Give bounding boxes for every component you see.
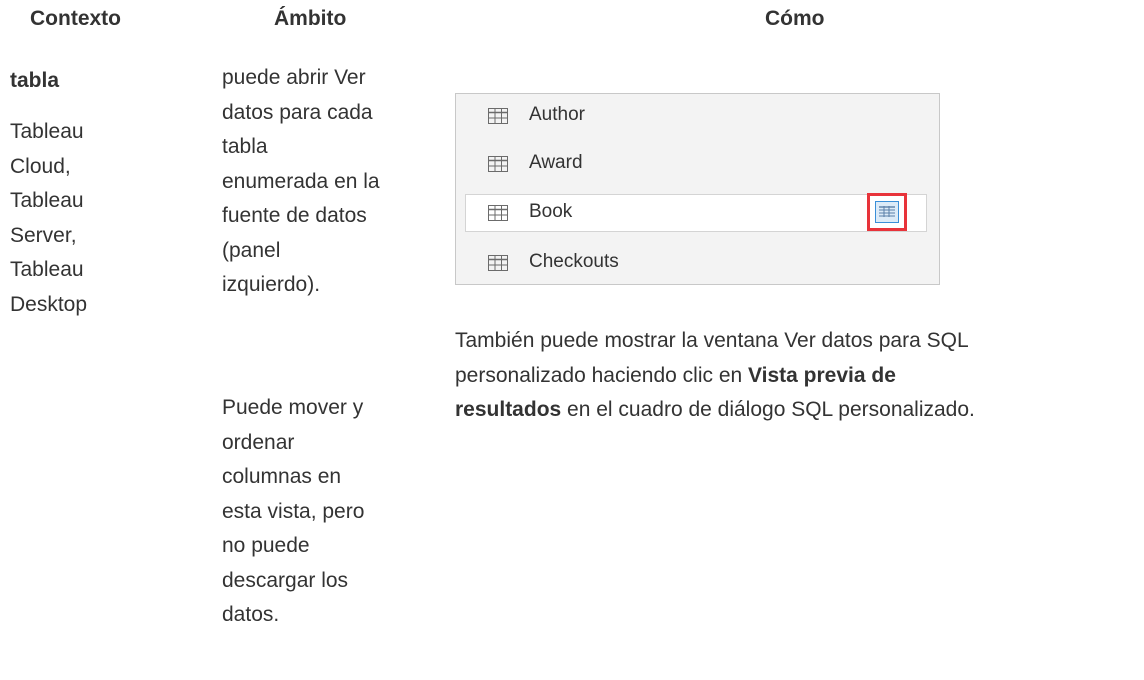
como-text: También puede mostrar la ventana Ver dat… — [455, 329, 969, 352]
ambito-line: descargar los — [222, 568, 349, 592]
contexto-line: Cloud, — [10, 154, 71, 178]
ambito-line: (panel — [222, 238, 281, 262]
contexto-title: tabla — [10, 69, 60, 92]
contexto-line: Tableau — [10, 258, 84, 281]
table-item-label: Award — [529, 152, 583, 173]
ambito-line: Puede mover y — [222, 396, 364, 419]
contexto-line: Tableau — [10, 189, 84, 212]
header-como: Cómo — [765, 7, 825, 30]
ambito-line: columnas en — [222, 465, 342, 488]
ambito-line: ordenar — [222, 430, 295, 454]
table-item-checkouts[interactable]: Checkouts — [465, 244, 927, 282]
como-emphasis: Vista previa de — [748, 363, 896, 387]
ambito-line: fuente de datos — [222, 204, 367, 227]
como-emphasis: resultados — [455, 398, 562, 421]
contexto-line: Tableau — [10, 120, 84, 143]
header-contexto: Contexto — [30, 7, 121, 30]
ambito-line: enumerada en la — [222, 169, 380, 193]
table-icon — [488, 205, 508, 221]
ambito-line: tabla — [222, 135, 268, 158]
ambito-line: izquierdo). — [222, 273, 321, 296]
como-line: personalizado haciendo clic en Vista pre… — [455, 359, 975, 394]
table-item-book[interactable]: Book — [465, 193, 927, 232]
ambito-line: puede abrir Ver — [222, 66, 366, 89]
contexto-line: Desktop — [10, 292, 88, 316]
view-data-icon — [875, 201, 899, 223]
table-item-label: Author — [529, 104, 585, 125]
ambito-line: datos. — [222, 603, 280, 626]
como-line: resultados en el cuadro de diálogo SQL p… — [455, 393, 975, 428]
como-text: en el cuadro de diálogo SQL personalizad… — [561, 398, 975, 421]
table-item-award[interactable]: Award — [465, 145, 927, 183]
table-icon — [488, 108, 508, 124]
ambito-line: datos para cada — [222, 100, 373, 124]
view-data-button[interactable] — [867, 193, 907, 231]
ambito-line: no puede — [222, 534, 310, 557]
como-line: También puede mostrar la ventana Ver dat… — [455, 324, 975, 359]
contexto-body: Tableau Cloud, Tableau Server, Tableau D… — [10, 115, 87, 322]
header-ambito: Ámbito — [274, 7, 347, 30]
table-item-label: Book — [529, 201, 573, 222]
tables-panel: Author Award Book Checkouts — [455, 93, 940, 285]
ambito-paragraph-1: puede abrir Ver datos para cada tabla en… — [222, 61, 380, 303]
table-icon — [488, 156, 508, 172]
table-item-author[interactable]: Author — [465, 97, 927, 135]
table-icon — [488, 255, 508, 271]
contexto-line: Server, — [10, 223, 77, 247]
table-item-label: Checkouts — [529, 251, 619, 272]
ambito-line: esta vista, pero — [222, 499, 365, 523]
ambito-paragraph-2: Puede mover y ordenar columnas en esta v… — [222, 391, 364, 633]
como-paragraph: También puede mostrar la ventana Ver dat… — [455, 324, 975, 428]
como-text: personalizado haciendo clic en — [455, 363, 749, 387]
